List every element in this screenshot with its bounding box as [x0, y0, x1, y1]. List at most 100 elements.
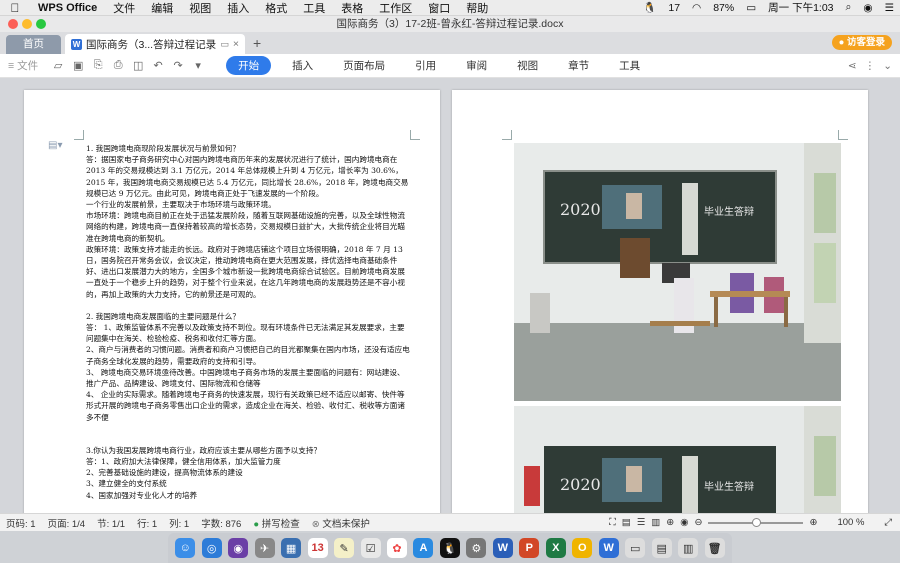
- menu-help[interactable]: 帮助: [458, 0, 496, 16]
- paragraph[interactable]: 市场环境：跨境电商目前正在处于迅猛发展阶段，随着互联网基础设施的完善，以及全球性…: [86, 210, 411, 244]
- undo-icon[interactable]: ↶: [150, 59, 166, 72]
- document-canvas[interactable]: ▤▾ 1. 我国跨境电商现阶段发展状况与前景如何？ 答：据国家电子商务研究中心对国…: [0, 78, 900, 513]
- menu-tools[interactable]: 工具: [295, 0, 333, 16]
- customize-icon[interactable]: ▾: [190, 59, 206, 72]
- empty-paragraph[interactable]: [86, 300, 411, 311]
- page-2[interactable]: 2020 毕业生答辩 2020 毕业生答辩: [452, 90, 868, 513]
- open-icon[interactable]: ▱: [50, 59, 66, 72]
- document-thumb-icon[interactable]: ▥: [678, 538, 699, 558]
- share-icon[interactable]: ⋖: [848, 60, 857, 72]
- focus-mode-icon[interactable]: ⛶: [609, 517, 616, 528]
- ribbon-tab-review[interactable]: 审阅: [451, 58, 502, 73]
- powerpoint-icon[interactable]: P: [519, 538, 540, 558]
- menu-table[interactable]: 表格: [333, 0, 371, 16]
- page-1[interactable]: ▤▾ 1. 我国跨境电商现阶段发展状况与前景如何？ 答：据国家电子商务研究中心对国…: [24, 90, 440, 513]
- zoom-window-button[interactable]: [36, 19, 46, 29]
- paragraph[interactable]: 一个行业的发展前景，主要取决于市场环境与政策环境。: [86, 199, 411, 210]
- collapse-ribbon-icon[interactable]: ⌄: [883, 60, 892, 72]
- qq-icon[interactable]: 🐧: [439, 538, 460, 558]
- file-menu-button[interactable]: ≡ 文件: [8, 58, 38, 73]
- paragraph[interactable]: 2. 我国跨境电商发展面临的主要问题是什么？: [86, 311, 411, 322]
- document-body[interactable]: 1. 我国跨境电商现阶段发展状况与前景如何？ 答：据国家电子商务研究中心对国内跨境…: [86, 143, 411, 501]
- export-icon[interactable]: ⎘: [90, 59, 106, 72]
- siri-icon[interactable]: ◉: [857, 2, 878, 14]
- paragraph[interactable]: 答： 1、政策监管体系不完善以及政策支持不到位。现有环境条件已无法满足其发展要求…: [86, 322, 411, 344]
- empty-paragraph[interactable]: [86, 434, 411, 445]
- safari-icon[interactable]: ◎: [201, 538, 222, 558]
- spellcheck-button[interactable]: ● 拼写检查: [247, 516, 305, 530]
- save-icon[interactable]: ▣: [70, 59, 86, 72]
- close-window-button[interactable]: [8, 19, 18, 29]
- outline-view-icon[interactable]: ☰: [637, 517, 646, 528]
- status-section[interactable]: 节: 1/1: [91, 516, 131, 530]
- ribbon-tab-view[interactable]: 视图: [502, 58, 553, 73]
- more-icon[interactable]: ⋮: [865, 60, 876, 72]
- web-view-icon[interactable]: ⊕: [666, 517, 674, 528]
- paragraph[interactable]: 2、商户与消费者的习惯问题。消费者和商户习惯把自己的目光都聚集在国内市场，还没有…: [86, 344, 411, 366]
- tab-document[interactable]: W 国际商务（3...答辩过程记录 ▭ ×: [65, 34, 245, 54]
- classroom-photo-2[interactable]: 2020 毕业生答辩: [514, 406, 841, 513]
- zoom-level[interactable]: 100 %: [837, 517, 864, 528]
- app-store-icon[interactable]: A: [413, 538, 434, 558]
- redo-icon[interactable]: ↷: [170, 59, 186, 72]
- paragraph[interactable]: 3.你认为我国发展跨境电商行业，政府应该主要从哪些方面予以支持？: [86, 445, 411, 456]
- ribbon-tab-layout[interactable]: 页面布局: [328, 58, 400, 73]
- preview-dock-icon[interactable]: ▭: [625, 538, 646, 558]
- menu-edit[interactable]: 编辑: [143, 0, 181, 16]
- finder-icon[interactable]: ☺: [175, 538, 196, 558]
- status-page-count[interactable]: 页面: 1/4: [42, 516, 92, 530]
- wifi-icon[interactable]: ◠: [686, 2, 707, 14]
- tab-home[interactable]: 首页: [6, 35, 61, 54]
- paragraph[interactable]: 答：1、政府加大法律保障，健全信用体系，加大监管力度: [86, 456, 411, 467]
- paragraph[interactable]: 3、建立健全的支付系统: [86, 478, 411, 489]
- print-icon[interactable]: ⎙: [110, 59, 126, 72]
- ribbon-tab-start[interactable]: 开始: [226, 56, 272, 75]
- screenshot-thumb-icon[interactable]: ▤: [651, 538, 672, 558]
- eye-protect-icon[interactable]: ◉: [680, 517, 688, 528]
- menu-insert[interactable]: 插入: [219, 0, 257, 16]
- menu-file[interactable]: 文件: [105, 0, 143, 16]
- menu-workspace[interactable]: 工作区: [371, 0, 420, 16]
- status-page-number[interactable]: 页码: 1: [0, 516, 42, 530]
- ribbon-tab-reference[interactable]: 引用: [400, 58, 451, 73]
- search-icon[interactable]: ⌕: [840, 1, 858, 14]
- paragraph[interactable]: 2、完善基础设施的建设，提高物流体系的建设: [86, 467, 411, 478]
- status-word-count[interactable]: 字数: 876: [195, 516, 247, 530]
- paragraph-menu-icon[interactable]: ▤▾: [48, 140, 62, 151]
- clock[interactable]: 周一 下午1:03: [762, 0, 839, 15]
- zoom-in-button[interactable]: ⊕: [809, 517, 817, 528]
- menu-view[interactable]: 视图: [181, 0, 219, 16]
- status-row[interactable]: 行: 1: [131, 516, 163, 530]
- notification-center-icon[interactable]: ☰: [879, 2, 900, 14]
- close-tab-icon[interactable]: ×: [233, 38, 239, 50]
- paragraph[interactable]: 4、 企业的实际需求。随着跨境电子商务的快速发展，现行有关政策已经不适应以邮寄、…: [86, 389, 411, 423]
- minimize-window-button[interactable]: [22, 19, 32, 29]
- page-view-icon[interactable]: ▤: [622, 517, 631, 528]
- trash-icon[interactable]: 🗑: [704, 538, 725, 558]
- menu-format[interactable]: 格式: [257, 0, 295, 16]
- protect-button[interactable]: ⊗ 文档未保护: [306, 516, 376, 530]
- paragraph[interactable]: 3、 跨境电商交易环境亟待改善。中国跨境电子商务市场的发展主要面临的问题有：网站…: [86, 367, 411, 389]
- menu-window[interactable]: 窗口: [420, 0, 458, 16]
- empty-paragraph[interactable]: [86, 423, 411, 434]
- photos-app-icon[interactable]: ▦: [281, 538, 302, 558]
- word-icon[interactable]: W: [492, 538, 513, 558]
- status-col[interactable]: 列: 1: [163, 516, 195, 530]
- onenote-icon[interactable]: O: [572, 538, 593, 558]
- ribbon-tab-chapter[interactable]: 章节: [553, 58, 604, 73]
- launchpad-icon[interactable]: ✈: [254, 538, 275, 558]
- menu-app-name[interactable]: WPS Office: [30, 2, 105, 14]
- reminders-icon[interactable]: ☑: [360, 538, 381, 558]
- calendar-icon[interactable]: 13: [307, 538, 328, 558]
- zoom-slider[interactable]: [708, 517, 804, 527]
- read-view-icon[interactable]: ▥: [651, 517, 660, 528]
- battery-icon[interactable]: ▭: [740, 2, 762, 14]
- paragraph[interactable]: 1. 我国跨境电商现阶段发展状况与前景如何？: [86, 143, 411, 154]
- paragraph[interactable]: 政策环境：政策支持才能走的长远。政府对于跨境店铺这个项目立场很明确，2018 年…: [86, 244, 411, 300]
- photos-icon[interactable]: ✿: [386, 538, 407, 558]
- visitor-login-button[interactable]: ● 访客登录: [831, 35, 892, 50]
- ribbon-tab-insert[interactable]: 插入: [277, 58, 328, 73]
- preview-icon[interactable]: ◫: [130, 59, 146, 72]
- new-tab-button[interactable]: +: [253, 35, 261, 51]
- siri-dock-icon[interactable]: ◉: [228, 538, 249, 558]
